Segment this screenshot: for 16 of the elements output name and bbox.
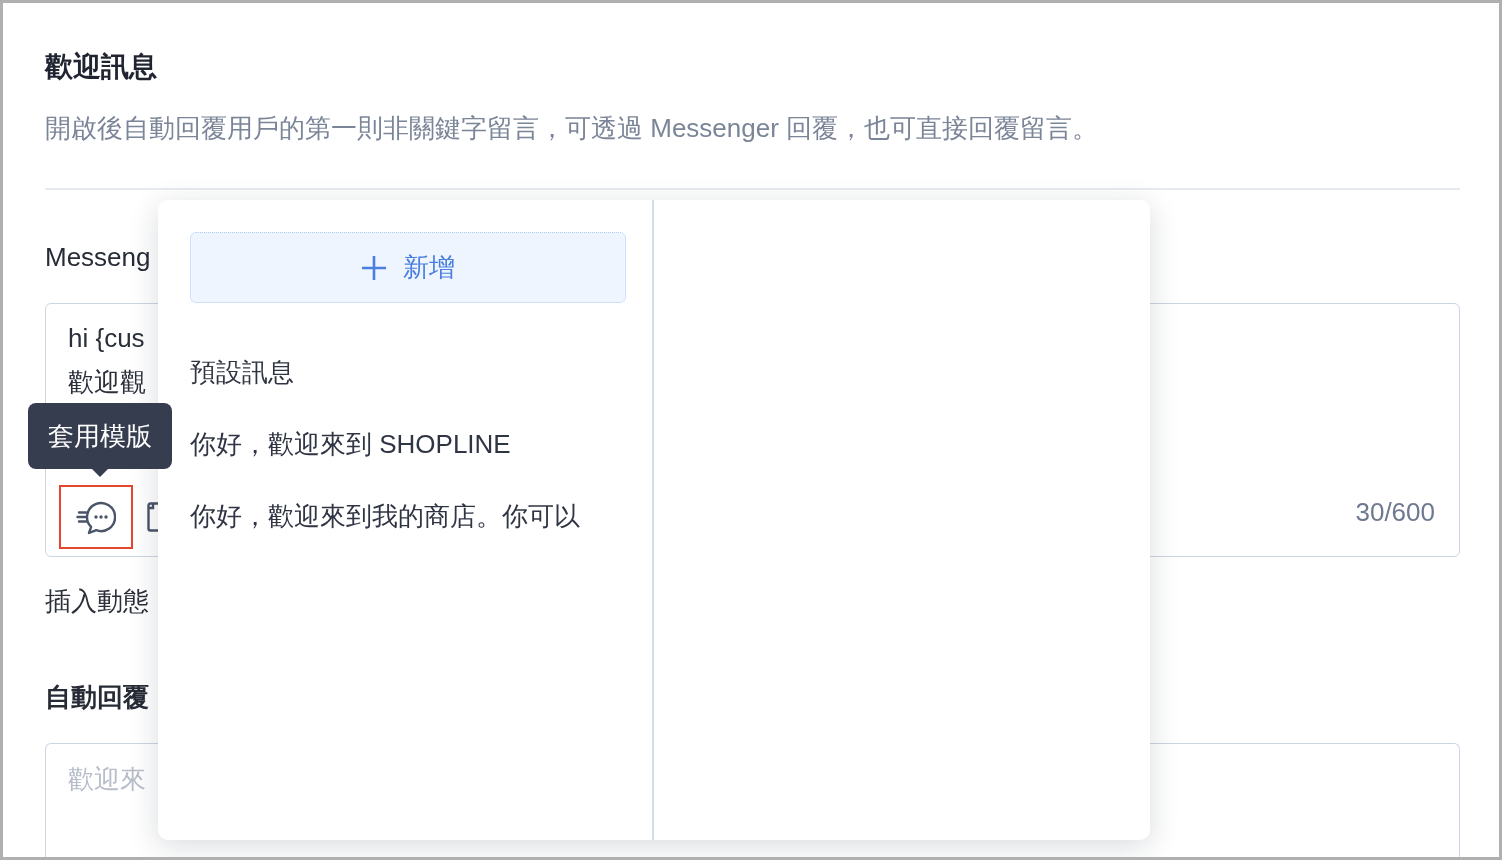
apply-template-button[interactable] [59, 485, 133, 549]
section-description: 開啟後自動回覆用戶的第一則非關鍵字留言，可透過 Messenger 回覆，也可直接回覆留言。 [45, 112, 1099, 145]
message-input[interactable]: hi {cus 歡迎觀 [68, 316, 146, 404]
add-template-button[interactable]: 新增 [190, 232, 626, 303]
field-label: Messeng [45, 241, 151, 274]
chat-bubble-icon [76, 499, 116, 535]
template-item[interactable]: 預設訊息 [190, 336, 626, 408]
template-item[interactable]: 你好，歡迎來到 SHOPLINE [190, 408, 626, 480]
plus-icon [361, 254, 387, 281]
tooltip: 套用模版 [28, 403, 172, 477]
insert-variable-link[interactable]: 插入動態 [45, 583, 149, 619]
character-counter: 30/600 [1355, 496, 1435, 529]
section-title: 歡迎訊息 [45, 50, 157, 84]
frame-icon[interactable] [147, 502, 158, 532]
field-label: 自動回覆 [45, 681, 149, 714]
template-item[interactable]: 你好，歡迎來到我的商店。你可以 [190, 480, 626, 552]
